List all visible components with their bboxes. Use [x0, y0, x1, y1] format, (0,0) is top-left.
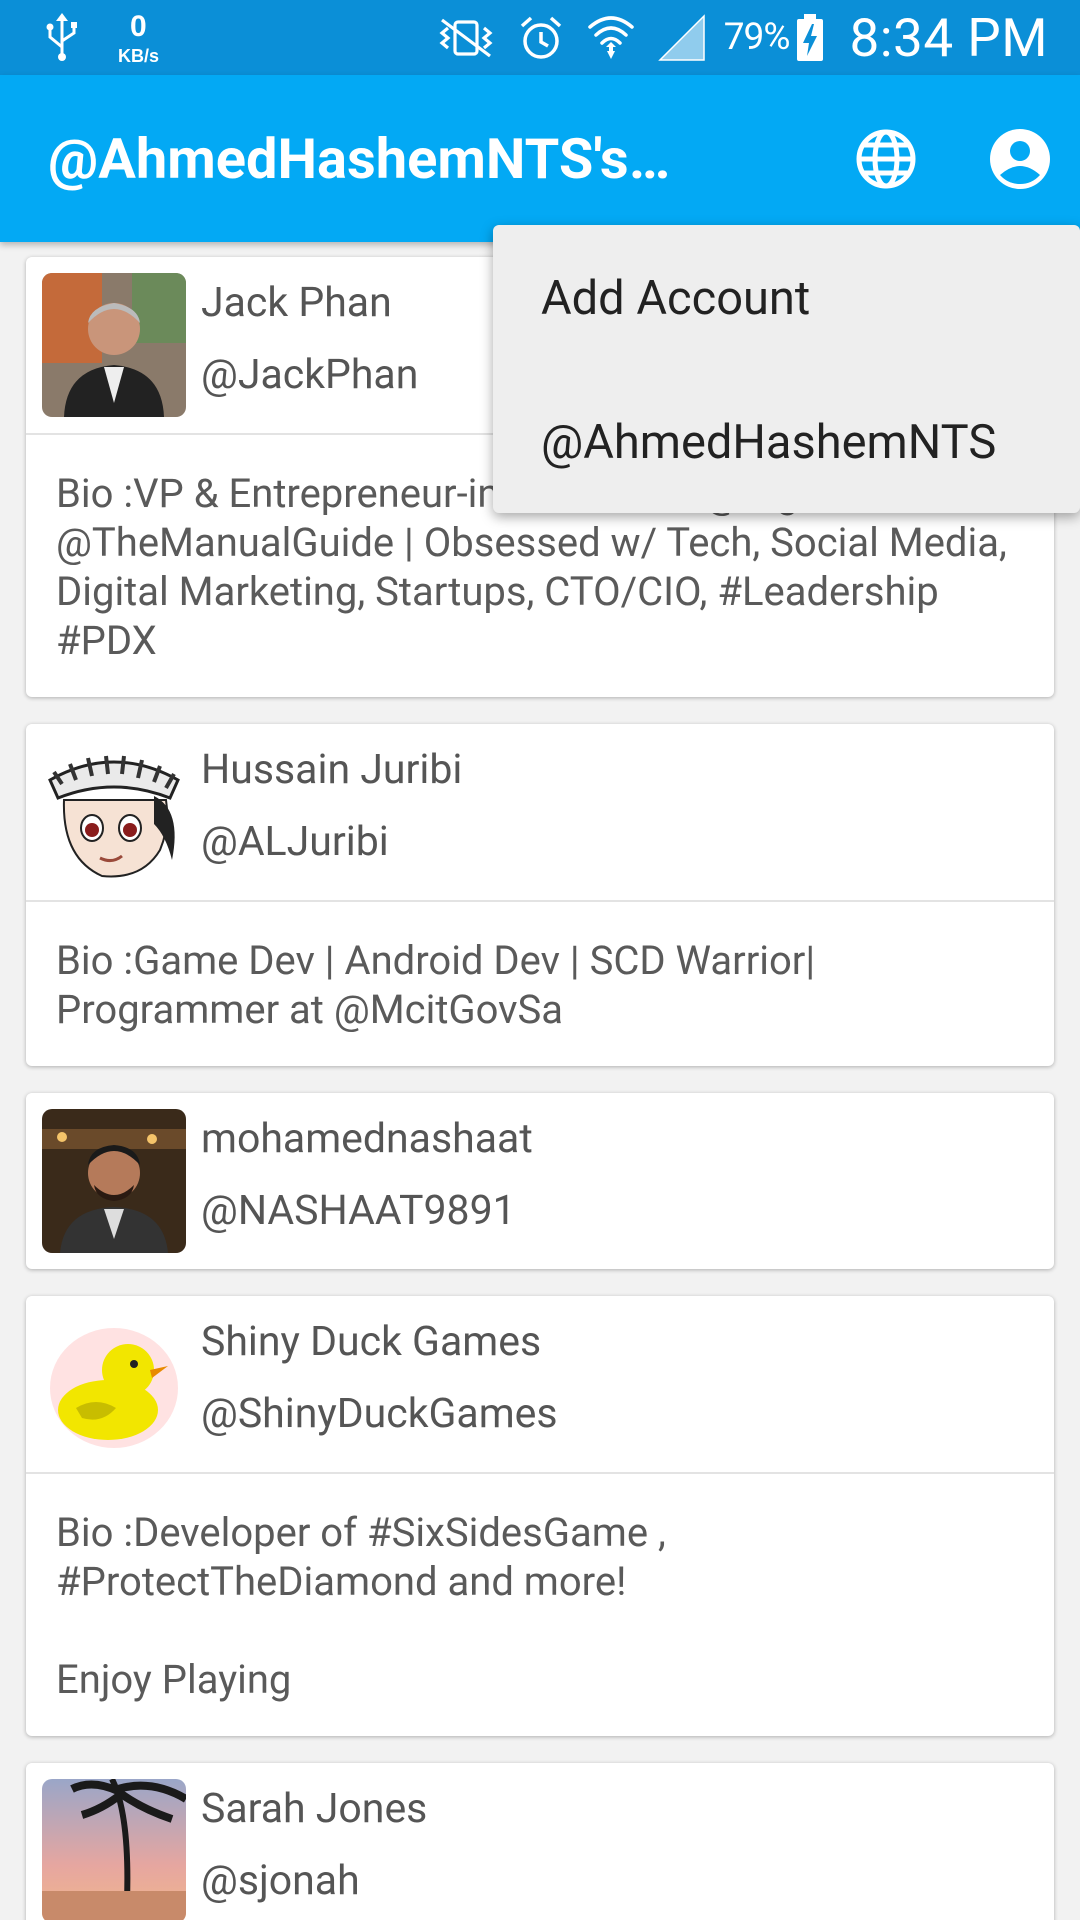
- usb-icon: [46, 12, 77, 61]
- app-bar: @AhmedHashemNTS's…: [0, 75, 1080, 242]
- avatar: [42, 740, 186, 884]
- alarm-icon: [520, 16, 561, 59]
- user-handle: @JackPhan: [201, 351, 419, 399]
- user-bio: Bio :Developer of #SixSidesGame , #Prote…: [56, 1509, 666, 1703]
- status-bar: 0 KB/s 79% 8:34 PM: [0, 0, 1080, 75]
- user-card[interactable]: mohamednashaat @NASHAAT9891: [26, 1093, 1054, 1269]
- account-circle-icon: [990, 129, 1050, 189]
- user-handle: @NASHAAT9891: [201, 1187, 516, 1235]
- avatar: [42, 1312, 186, 1456]
- user-handle: @ShinyDuckGames: [201, 1390, 558, 1438]
- globe-icon: [856, 129, 916, 189]
- user-card[interactable]: Sarah Jones @sjonah: [26, 1763, 1054, 1920]
- user-name: Sarah Jones: [201, 1785, 428, 1833]
- battery-charging-icon: [797, 13, 824, 61]
- battery-percent: 79%: [723, 16, 791, 59]
- user-name: Hussain Juribi: [201, 746, 463, 794]
- user-handle: @sjonah: [201, 1857, 360, 1905]
- avatar: [42, 1779, 186, 1920]
- language-button[interactable]: [850, 123, 922, 195]
- mute-vibrate-icon: [439, 18, 493, 57]
- network-speed: 0 KB/s: [112, 10, 172, 66]
- wifi-icon: [587, 15, 634, 59]
- signal-icon: [657, 13, 705, 61]
- user-name: mohamednashaat: [201, 1115, 533, 1163]
- user-card[interactable]: Hussain Juribi @ALJuribi Bio :Game Dev |…: [26, 724, 1054, 1066]
- add-account-menu-item[interactable]: Add Account: [541, 271, 810, 326]
- user-name: Shiny Duck Games: [201, 1318, 542, 1366]
- account-menu: Add Account @AhmedHashemNTS: [493, 225, 1080, 513]
- avatar: [42, 273, 186, 417]
- network-speed-unit: KB/s: [118, 46, 160, 66]
- avatar: [42, 1109, 186, 1253]
- user-handle: @ALJuribi: [201, 818, 389, 866]
- user-name: Jack Phan: [201, 279, 392, 327]
- page-title: @AhmedHashemNTS's…: [48, 126, 671, 192]
- network-speed-value: 0: [130, 10, 147, 43]
- user-bio: Bio :Game Dev | Android Dev | SCD Warrio…: [56, 937, 816, 1033]
- screen: 0 KB/s 79% 8:34 PM @AhmedHashemNTS's… Ja…: [0, 0, 1080, 1920]
- user-card[interactable]: Shiny Duck Games @ShinyDuckGames Bio :De…: [26, 1296, 1054, 1736]
- account-menu-item[interactable]: @AhmedHashemNTS: [541, 415, 996, 470]
- clock: 8:34 PM: [849, 6, 1048, 69]
- account-button[interactable]: [984, 123, 1056, 195]
